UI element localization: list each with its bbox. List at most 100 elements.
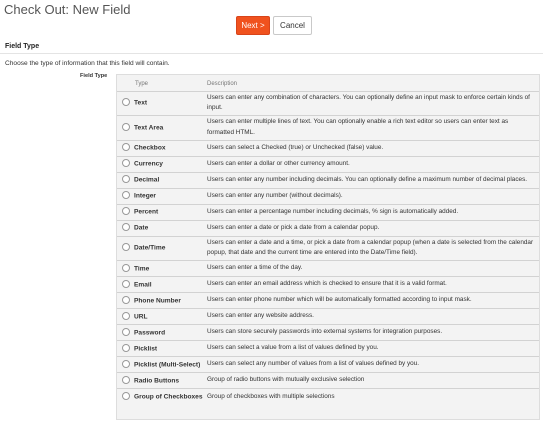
field-type-name: Integer <box>134 192 156 200</box>
field-type-name: Radio Buttons <box>134 377 180 385</box>
field-type-description: Users can enter any combination of chara… <box>205 90 539 116</box>
table-row[interactable]: Currency Users can enter a dollar or othe… <box>117 155 539 173</box>
field-type-name: Checkbox <box>134 144 166 152</box>
table-row[interactable]: Radio Buttons Group of radio buttons with… <box>117 372 539 389</box>
table-header-row: Type Description <box>117 75 539 91</box>
table-row[interactable]: Text Area Users can enter multiple lines … <box>117 115 539 141</box>
table-row[interactable]: Time Users can enter a time of the day. <box>117 260 539 277</box>
field-type-option[interactable]: Phone Number <box>117 292 205 309</box>
table-row[interactable]: URL Users can enter any website address. <box>117 308 539 325</box>
radio-button[interactable] <box>122 159 130 168</box>
radio-button[interactable] <box>122 191 130 200</box>
field-type-option[interactable]: Radio Buttons <box>117 372 205 389</box>
field-type-name: Password <box>134 329 166 337</box>
field-type-name: Picklist <box>134 345 158 353</box>
field-type-description: Users can enter a dollar or other curren… <box>205 155 539 173</box>
radio-button[interactable] <box>122 295 130 304</box>
field-type-name: Email <box>134 281 152 289</box>
field-type-name: Currency <box>134 160 163 168</box>
radio-button[interactable] <box>122 143 130 152</box>
table-row[interactable]: Decimal Users can enter any number includ… <box>117 171 539 189</box>
field-type-option[interactable]: Picklist <box>117 340 205 357</box>
table-row[interactable]: Percent Users can enter a percentage numb… <box>117 203 539 221</box>
table-row[interactable]: Group of Checkboxes Group of checkboxes w… <box>117 388 539 405</box>
table-row[interactable]: Date/Time Users can enter a date and a ti… <box>117 235 539 261</box>
radio-button[interactable] <box>122 175 130 184</box>
field-type-description: Users can enter multiple lines of text. … <box>205 115 539 141</box>
field-type-option[interactable]: Currency <box>117 155 205 173</box>
column-header-description: Description <box>207 80 238 87</box>
radio-button[interactable] <box>122 223 130 232</box>
field-type-description: Users can store securely passwords into … <box>205 324 539 341</box>
field-type-description: Users can enter an email address which i… <box>205 276 539 293</box>
table-row[interactable]: Password Users can store securely passwor… <box>117 324 539 341</box>
section-title: Field Type <box>5 43 40 50</box>
field-type-name: Date <box>134 224 149 232</box>
radio-button[interactable] <box>122 263 130 272</box>
table-row[interactable]: Email Users can enter an email address wh… <box>117 276 539 293</box>
field-type-name: Phone Number <box>134 297 181 305</box>
field-type-option[interactable]: Date/Time <box>117 235 205 261</box>
field-type-option[interactable]: Password <box>117 324 205 341</box>
radio-button[interactable] <box>122 375 130 384</box>
field-type-option[interactable]: Group of Checkboxes <box>117 388 205 405</box>
radio-button[interactable] <box>122 359 130 368</box>
field-type-description: Users can enter a time of the day. <box>205 260 539 277</box>
field-type-description: Users can enter any number including dec… <box>205 171 539 189</box>
field-type-description: Group of checkboxes with multiple select… <box>205 388 539 405</box>
radio-button[interactable] <box>122 122 130 131</box>
field-type-description: Users can enter a date and a time, or pi… <box>205 235 539 261</box>
next-button[interactable]: Next > <box>236 16 270 35</box>
field-type-option[interactable]: Date <box>117 219 205 237</box>
field-type-description: Users can select any number of values fr… <box>205 356 539 373</box>
field-type-name: Percent <box>134 208 159 216</box>
cancel-button[interactable]: Cancel <box>273 16 312 35</box>
table-row[interactable]: Checkbox Users can select a Checked (true… <box>117 139 539 157</box>
field-type-option[interactable]: Time <box>117 260 205 277</box>
radio-button[interactable] <box>122 327 130 336</box>
field-type-option[interactable]: Email <box>117 276 205 293</box>
field-type-option[interactable]: Percent <box>117 203 205 221</box>
field-type-option[interactable]: Decimal <box>117 171 205 189</box>
field-type-option[interactable]: Text <box>117 90 205 116</box>
radio-button[interactable] <box>122 98 130 107</box>
field-type-option[interactable]: Picklist (Multi-Select) <box>117 356 205 373</box>
page-title: Check Out: New Field <box>4 2 131 17</box>
button-bar: Next > Cancel <box>0 16 543 36</box>
table-row[interactable]: Phone Number Users can enter phone number… <box>117 292 539 309</box>
field-type-name: Decimal <box>134 176 160 184</box>
field-type-option[interactable]: Integer <box>117 187 205 205</box>
field-type-option[interactable]: Text Area <box>117 115 205 141</box>
table-row[interactable]: Picklist (Multi-Select) Users can select … <box>117 356 539 373</box>
section-divider <box>0 53 543 54</box>
field-type-name: Date/Time <box>134 244 166 252</box>
field-type-description: Group of radio buttons with mutually exc… <box>205 372 539 389</box>
table-row[interactable]: Picklist Users can select a value from a … <box>117 340 539 357</box>
radio-button[interactable] <box>122 343 130 352</box>
field-type-name: Text Area <box>134 124 164 132</box>
field-type-name: Picklist (Multi-Select) <box>134 361 201 369</box>
instruction-text: Choose the type of information that this… <box>5 60 170 67</box>
table-row[interactable]: Date Users can enter a date or pick a dat… <box>117 219 539 237</box>
field-type-option[interactable]: Checkbox <box>117 139 205 157</box>
radio-button[interactable] <box>122 279 130 288</box>
radio-button[interactable] <box>122 392 130 401</box>
radio-button[interactable] <box>122 311 130 320</box>
field-type-table: Type Description Text Users can enter any… <box>116 74 540 420</box>
field-type-description: Users can enter phone number which will … <box>205 292 539 309</box>
field-type-description: Users can select a value from a list of … <box>205 340 539 357</box>
field-type-description: Users can enter any number (without deci… <box>205 187 539 205</box>
field-type-description: Users can enter a percentage number incl… <box>205 203 539 221</box>
field-type-option[interactable]: URL <box>117 308 205 325</box>
radio-button[interactable] <box>122 207 130 216</box>
field-type-name: Group of Checkboxes <box>134 393 203 401</box>
field-type-label: Field Type <box>80 73 108 79</box>
table-row[interactable]: Integer Users can enter any number (witho… <box>117 187 539 205</box>
radio-button[interactable] <box>122 243 130 252</box>
field-type-description: Users can enter any website address. <box>205 308 539 325</box>
field-type-name: Text <box>134 99 148 107</box>
table-row[interactable]: Text Users can enter any combination of c… <box>117 90 539 116</box>
field-type-description: Users can select a Checked (true) or Unc… <box>205 139 539 157</box>
field-type-description: Users can enter a date or pick a date fr… <box>205 219 539 237</box>
column-header-type: Type <box>135 80 149 87</box>
